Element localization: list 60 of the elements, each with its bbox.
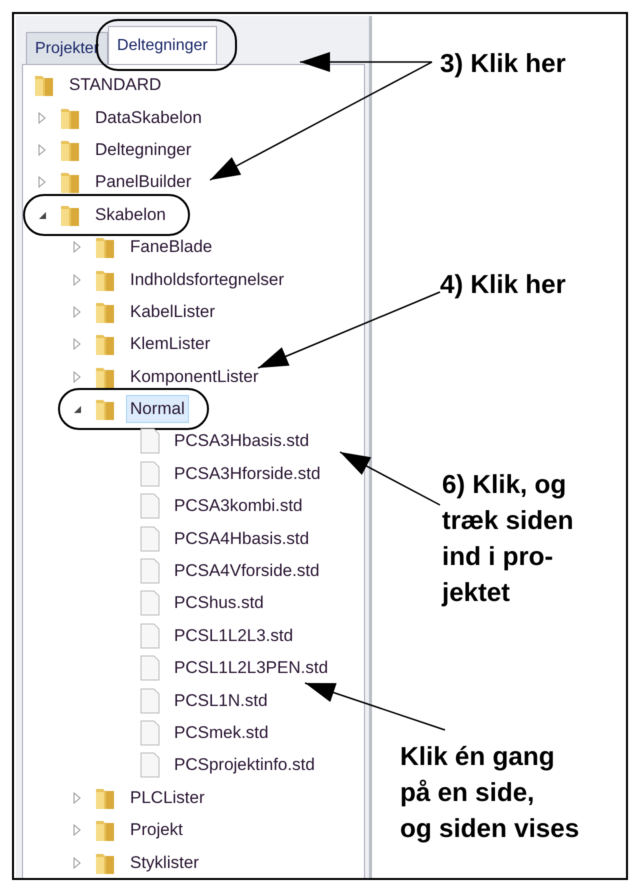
collapse-triangle-icon[interactable] xyxy=(72,404,82,414)
tree-item[interactable]: PCShus.std xyxy=(170,589,268,618)
callout-text: Klik én gang på en side, og siden vises xyxy=(400,740,580,845)
callout-text: 4) Klik her xyxy=(440,268,566,301)
document-icon xyxy=(140,460,160,487)
document-icon xyxy=(140,428,160,454)
expand-triangle-icon[interactable] xyxy=(72,306,82,318)
tree-item[interactable]: Styklister xyxy=(126,848,203,877)
tree-item[interactable]: KabelLister xyxy=(126,298,220,326)
tree-item[interactable]: PCSL1L2L3.std xyxy=(170,622,298,650)
callout-text: 3) Klik her xyxy=(440,47,566,80)
expand-triangle-icon[interactable] xyxy=(72,274,82,286)
callout-text: 6) Klik, og træk siden ind i pro- jektet xyxy=(442,468,574,609)
tree-item[interactable]: KlemLister xyxy=(126,330,214,358)
tree-item[interactable]: PanelBuilder xyxy=(91,168,196,196)
document-icon xyxy=(140,622,160,649)
tree-item[interactable]: PCSA3kombi.std xyxy=(170,492,306,520)
folder-icon xyxy=(94,235,116,260)
tree-item[interactable]: Deltegninger xyxy=(91,136,196,164)
expand-triangle-icon[interactable] xyxy=(37,144,47,156)
folder-icon xyxy=(59,170,81,194)
tree-item[interactable]: Skabelon xyxy=(91,200,170,229)
tree-item[interactable]: PCSA4Vforside.std xyxy=(170,557,324,586)
expand-triangle-icon[interactable] xyxy=(72,370,82,383)
tree-item[interactable]: Normal xyxy=(126,395,189,424)
document-icon xyxy=(140,590,160,616)
tree-item[interactable]: FaneBlade xyxy=(126,233,216,262)
tree-item[interactable]: PCSA3Hbasis.std xyxy=(170,427,314,456)
document-icon xyxy=(140,526,160,552)
tree-item[interactable]: PCSL1N.std xyxy=(170,686,272,715)
expand-triangle-icon[interactable] xyxy=(72,241,82,254)
tree-item[interactable]: PCSL1L2L3PEN.std xyxy=(170,654,332,682)
expand-triangle-icon[interactable] xyxy=(37,176,47,188)
document-icon xyxy=(140,752,160,778)
document-icon xyxy=(140,688,160,714)
tree-item[interactable]: DataSkabelon xyxy=(91,104,206,132)
folder-icon xyxy=(94,818,116,842)
collapse-triangle-icon[interactable] xyxy=(37,210,47,220)
document-icon xyxy=(140,493,160,520)
tree-item[interactable]: Indholdsfortegnelser xyxy=(126,266,288,294)
expand-triangle-icon[interactable] xyxy=(72,824,82,836)
folder-icon xyxy=(94,397,116,422)
expand-triangle-icon[interactable] xyxy=(72,338,82,350)
tree-item[interactable]: PCSprojektinfo.std xyxy=(170,751,319,780)
tree-item[interactable]: PLCLister xyxy=(126,784,209,812)
folder-icon xyxy=(94,332,116,356)
expand-triangle-icon[interactable] xyxy=(37,112,47,124)
tree-item[interactable]: PCSA3Hforside.std xyxy=(170,460,324,488)
tree-item[interactable]: STANDARD xyxy=(65,71,166,100)
document-icon xyxy=(140,720,160,746)
document-icon xyxy=(140,558,160,584)
folder-icon xyxy=(33,73,55,98)
tree-item[interactable]: KomponentLister xyxy=(126,362,263,391)
document-icon xyxy=(140,655,160,682)
tree-item[interactable]: PCSmek.std xyxy=(170,719,272,747)
tab[interactable]: Deltegninger xyxy=(108,26,217,64)
expand-triangle-icon[interactable] xyxy=(72,856,82,869)
expand-triangle-icon[interactable] xyxy=(72,792,82,804)
tree-item[interactable]: PCSA4Hbasis.std xyxy=(170,524,314,553)
tree-item[interactable]: Projekt xyxy=(126,816,187,844)
